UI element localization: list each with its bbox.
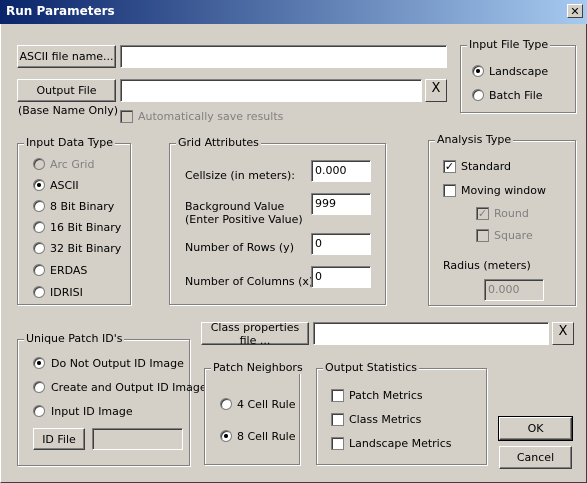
patch-neighbors-title: Patch Neighbors	[211, 361, 305, 374]
radio-ascii-label: ASCII	[50, 179, 79, 192]
radio-arc-grid[interactable]	[33, 158, 45, 170]
radio-8bit[interactable]	[33, 200, 45, 212]
radio-8-cell-rule-label: 8 Cell Rule	[237, 430, 296, 443]
class-metrics-label: Class Metrics	[349, 413, 422, 426]
analysis-type-title: Analysis Type	[435, 133, 514, 146]
class-properties-clear-button[interactable]: X	[552, 322, 574, 345]
output-file-button[interactable]: Output File	[17, 79, 116, 102]
radio-no-id-image[interactable]	[33, 357, 45, 369]
moving-window-checkbox[interactable]	[443, 184, 456, 197]
close-icon[interactable]: ✕	[567, 4, 583, 18]
radio-input-id-image[interactable]	[33, 405, 45, 417]
patch-neighbors-group: Patch Neighbors	[204, 361, 305, 465]
cellsize-input[interactable]: 0.000	[311, 160, 371, 182]
radio-landscape-label: Landscape	[489, 65, 549, 78]
grid-attributes-title: Grid Attributes	[176, 136, 261, 149]
radio-8bit-label: 8 Bit Binary	[50, 200, 115, 213]
auto-save-label: Automatically save results	[138, 110, 284, 123]
input-file-type-group: Input File Type	[460, 38, 576, 113]
radio-erdas[interactable]	[33, 264, 45, 276]
round-checkbox[interactable]: ✓	[476, 207, 489, 220]
class-metrics-checkbox[interactable]	[331, 413, 344, 426]
background-value-input[interactable]: 999	[311, 193, 371, 215]
output-statistics-title: Output Statistics	[323, 361, 419, 374]
title-bar: Run Parameters ✕	[0, 0, 587, 24]
class-properties-button[interactable]: Class properties file ...	[201, 321, 309, 347]
id-file-field[interactable]	[92, 428, 183, 450]
radio-4-cell-rule-label: 4 Cell Rule	[237, 398, 296, 411]
radio-erdas-label: ERDAS	[50, 264, 88, 277]
radio-landscape[interactable]	[472, 65, 484, 77]
base-name-note: (Base Name Only)	[18, 104, 119, 117]
input-data-type-title: Input Data Type	[24, 136, 116, 149]
standard-label: Standard	[461, 160, 512, 173]
radio-32bit[interactable]	[33, 242, 45, 254]
radius-label: Radius (meters)	[443, 259, 531, 272]
patch-metrics-checkbox[interactable]	[331, 389, 344, 402]
cancel-button[interactable]: Cancel	[499, 446, 572, 469]
auto-save-checkbox[interactable]	[120, 110, 133, 123]
window-title: Run Parameters	[6, 4, 115, 18]
rows-label: Number of Rows (y)	[185, 241, 294, 254]
patch-metrics-label: Patch Metrics	[349, 389, 423, 402]
radio-ascii[interactable]	[33, 179, 45, 191]
square-checkbox[interactable]	[476, 229, 489, 242]
ascii-file-field[interactable]	[120, 45, 447, 68]
cellsize-label: Cellsize (in meters):	[185, 169, 296, 182]
radio-arc-grid-label: Arc Grid	[50, 158, 95, 171]
radio-input-id-image-label: Input ID Image	[51, 405, 133, 418]
columns-input[interactable]: 0	[311, 266, 371, 288]
radio-batch-file-label: Batch File	[489, 89, 543, 102]
rows-input[interactable]: 0	[311, 233, 371, 255]
landscape-metrics-label: Landscape Metrics	[349, 437, 452, 450]
radio-16bit-label: 16 Bit Binary	[50, 221, 122, 234]
landscape-metrics-checkbox[interactable]	[331, 437, 344, 450]
output-file-field[interactable]	[120, 79, 422, 102]
square-label: Square	[494, 229, 533, 242]
standard-checkbox[interactable]: ✓	[443, 160, 456, 173]
background-value-label: Background Value	[185, 200, 285, 213]
moving-window-label: Moving window	[461, 184, 546, 197]
background-value-hint: (Enter Positive Value)	[185, 213, 303, 226]
radio-create-id-image-label: Create and Output ID Image	[51, 381, 207, 394]
radio-batch-file[interactable]	[472, 89, 484, 101]
round-label: Round	[494, 207, 529, 220]
input-file-type-title: Input File Type	[467, 38, 551, 51]
radio-idrisi[interactable]	[33, 286, 45, 298]
columns-label: Number of Columns (x)	[185, 275, 314, 288]
radio-8-cell-rule[interactable]	[220, 430, 232, 442]
ascii-file-name-button[interactable]: ASCII file name...	[17, 45, 116, 68]
radius-input[interactable]: 0.000	[484, 279, 544, 301]
ok-button[interactable]: OK	[498, 416, 573, 441]
class-properties-field[interactable]	[313, 322, 549, 345]
radio-32bit-label: 32 Bit Binary	[50, 242, 122, 255]
radio-16bit[interactable]	[33, 221, 45, 233]
radio-4-cell-rule[interactable]	[220, 398, 232, 410]
radio-create-id-image[interactable]	[33, 381, 45, 393]
unique-patch-id-title: Unique Patch ID's	[24, 332, 125, 345]
radio-idrisi-label: IDRISI	[50, 286, 83, 299]
id-file-button[interactable]: ID File	[33, 428, 85, 450]
output-file-clear-button[interactable]: X	[425, 79, 447, 102]
radio-no-id-image-label: Do Not Output ID Image	[51, 357, 184, 370]
